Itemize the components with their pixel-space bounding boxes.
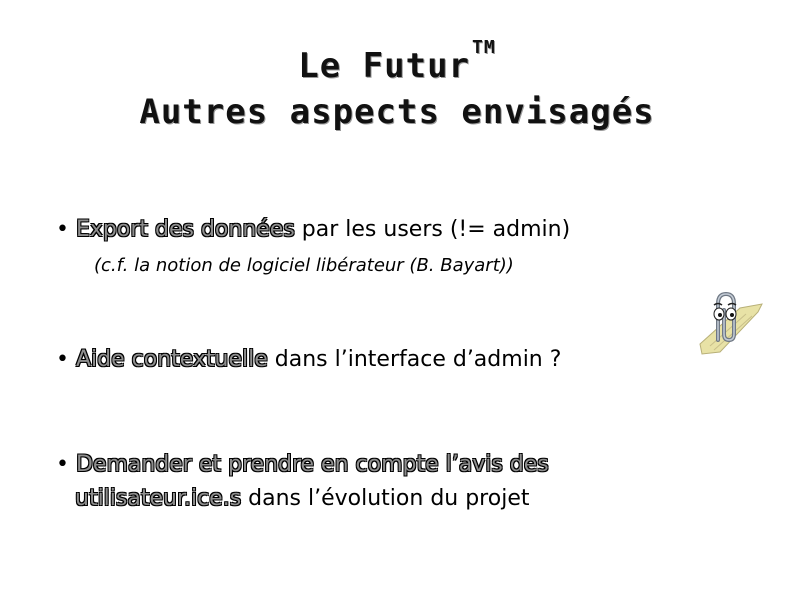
bullet-aide: • Aide contextuelle dans l’interface d’a… — [56, 347, 561, 372]
title-line-2: Autres aspects envisagés — [139, 92, 655, 132]
trademark-mark: TM — [472, 37, 496, 58]
bullet-note: (c.f. la notion de logiciel libérateur (… — [94, 255, 514, 276]
bullet-marker: • — [56, 217, 69, 242]
title-text: Le Futur — [298, 46, 471, 86]
bullet-demander: • Demander et prendre en compte l’avis d… — [56, 452, 549, 477]
bullet-demander-continued: utilisateur.ice.s dans l’évolution du pr… — [75, 486, 529, 511]
bullet-highlight: Demander et prendre en compte l’avis des — [68, 452, 549, 477]
paperclip-assistant-svg — [699, 291, 763, 355]
bullet-text: dans l’interface d’admin ? — [267, 347, 562, 372]
bullet-text: dans l’évolution du projet — [241, 486, 530, 511]
bullet-highlight: Export des données — [75, 217, 295, 242]
paperclip-assistant-icon — [692, 290, 764, 358]
bullet-highlight: Aide contextuelle — [68, 347, 268, 372]
title-line-1: Le Futur TM — [0, 37, 794, 86]
bullet-marker: • — [56, 452, 69, 477]
bullet-export: • Export des données par les users (!= a… — [56, 217, 570, 242]
bullet-marker: • — [56, 347, 69, 372]
bullet-highlight: utilisateur.ice.s — [75, 486, 242, 511]
slide: Le Futur TM Autres aspects envisagés • Ex… — [0, 0, 794, 595]
bullet-text: par les users (!= admin) — [294, 217, 571, 242]
